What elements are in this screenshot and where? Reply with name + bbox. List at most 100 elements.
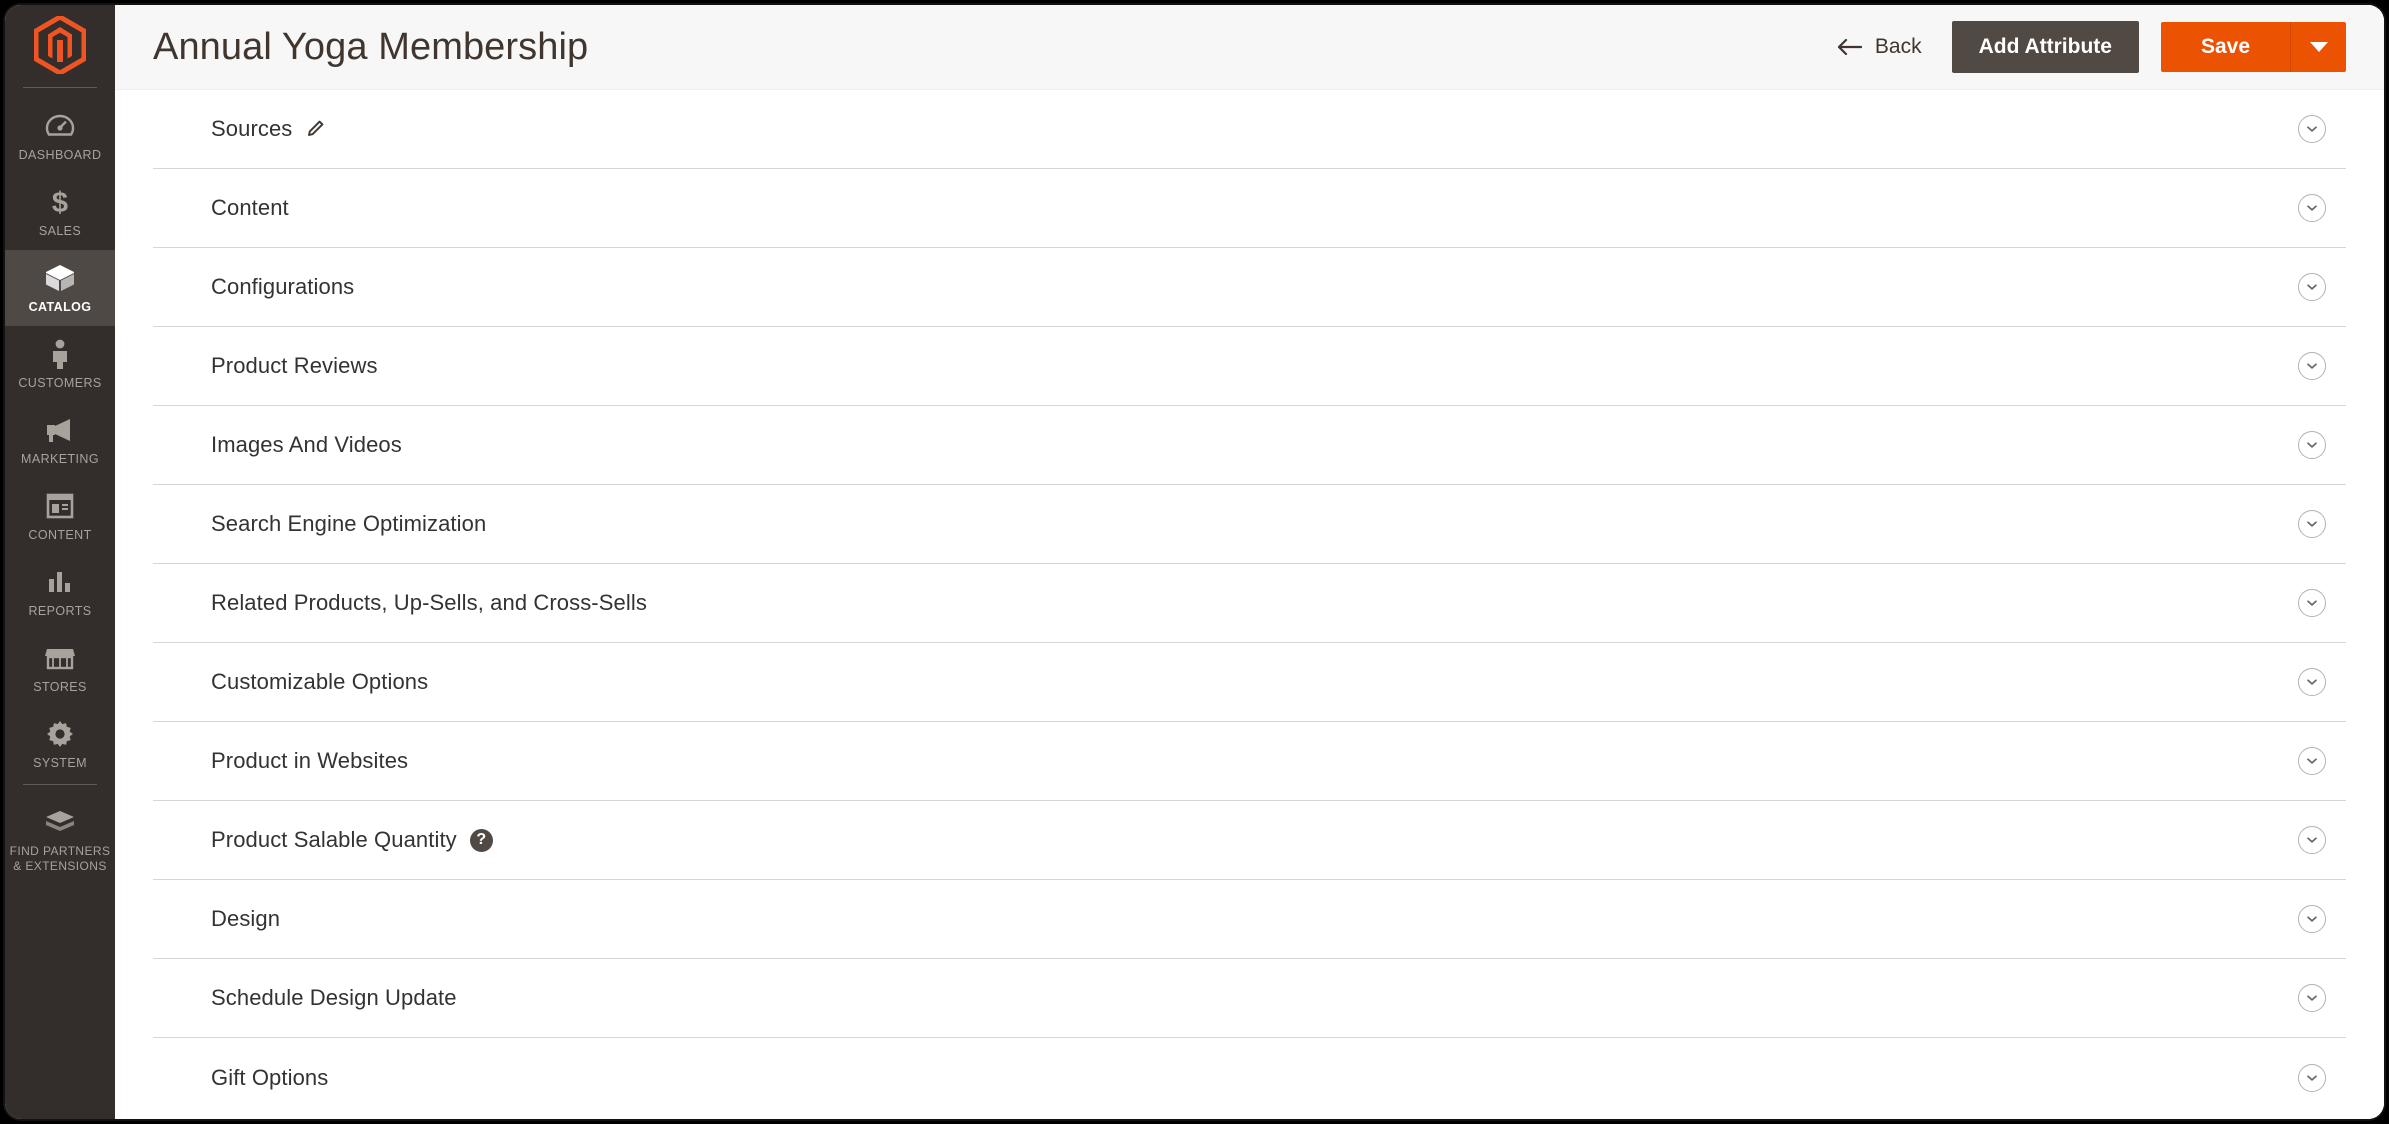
chevron-down-circle-icon[interactable] (2298, 194, 2326, 222)
caret-down-icon (2309, 42, 2328, 52)
section-title: Schedule Design Update (211, 985, 457, 1010)
admin-window: DASHBOARD $ SALES CATALOG CUSTOMERS MARK… (5, 5, 2384, 1119)
sidebar-item-content[interactable]: CONTENT (5, 478, 115, 554)
section-title-wrap: Product Reviews (211, 353, 378, 379)
sidebar-item-label: DASHBOARD (18, 147, 102, 162)
sidebar-item-sales[interactable]: $ SALES (5, 174, 115, 250)
section-row[interactable]: Product in Websites (153, 722, 2346, 801)
section-title: Related Products, Up-Sells, and Cross-Se… (211, 590, 647, 615)
section-row[interactable]: Configurations (153, 248, 2346, 327)
sidebar-item-system[interactable]: SYSTEM (5, 706, 115, 782)
page-header: Annual Yoga Membership Back Add Attribut… (115, 5, 2384, 90)
sidebar-item-label: SALES (38, 223, 82, 238)
help-icon[interactable]: ? (469, 828, 493, 852)
section-title-wrap: Images And Videos (211, 432, 402, 458)
save-button[interactable]: Save (2160, 22, 2290, 72)
main-content: Annual Yoga Membership Back Add Attribut… (115, 5, 2384, 1119)
save-button-group: Save (2160, 22, 2346, 72)
section-title: Customizable Options (211, 669, 429, 694)
sidebar-item-label: CATALOG (28, 299, 92, 314)
section-title-wrap: Product in Websites (211, 748, 408, 774)
product-sections-list: Sources Content Configurations Product Revi… (115, 90, 2384, 1119)
section-row[interactable]: Product Reviews (153, 327, 2346, 406)
section-title-wrap: Customizable Options (211, 669, 428, 695)
sidebar: DASHBOARD $ SALES CATALOG CUSTOMERS MARK… (5, 5, 115, 1119)
sidebar-item-catalog[interactable]: CATALOG (5, 250, 115, 326)
sidebar-item-customers[interactable]: CUSTOMERS (5, 326, 115, 402)
chevron-down-circle-icon[interactable] (2298, 747, 2326, 775)
sidebar-item-label: CUSTOMERS (18, 375, 102, 390)
section-title-wrap: Product Salable Quantity? (211, 827, 493, 853)
sidebar-item-marketing[interactable]: MARKETING (5, 402, 115, 478)
section-title: Configurations (211, 274, 355, 299)
section-title: Product Salable Quantity (211, 827, 457, 852)
section-title-wrap: Schedule Design Update (211, 985, 457, 1011)
back-button[interactable]: Back (1828, 29, 1930, 65)
section-title-wrap: Configurations (211, 274, 354, 300)
sidebar-divider-bottom (23, 784, 97, 785)
sidebar-item-label: FIND PARTNERS & EXTENSIONS (9, 844, 111, 873)
section-title-wrap: Related Products, Up-Sells, and Cross-Se… (211, 590, 647, 616)
save-options-toggle[interactable] (2290, 22, 2346, 72)
section-row[interactable]: Images And Videos (153, 406, 2346, 485)
section-title-wrap: Content (211, 195, 289, 221)
svg-text:$: $ (52, 187, 68, 217)
arrow-left-icon (1836, 38, 1862, 56)
sidebar-item-label: SYSTEM (33, 755, 87, 770)
chevron-down-circle-icon[interactable] (2298, 668, 2326, 696)
chevron-down-circle-icon[interactable] (2298, 905, 2326, 933)
sidebar-item-reports[interactable]: REPORTS (5, 554, 115, 630)
chevron-down-circle-icon[interactable] (2298, 115, 2326, 143)
sidebar-item-find-partners-extensions[interactable]: FIND PARTNERS & EXTENSIONS (5, 795, 115, 884)
chevron-down-circle-icon[interactable] (2298, 273, 2326, 301)
section-row[interactable]: Customizable Options (153, 643, 2346, 722)
section-row[interactable]: Content (153, 169, 2346, 248)
extension-box-icon (43, 807, 77, 837)
section-title-wrap: Gift Options (211, 1065, 328, 1091)
storefront-icon (43, 643, 77, 673)
sidebar-item-label: STORES (33, 679, 87, 694)
back-button-label: Back (1874, 35, 1922, 58)
chevron-down-circle-icon[interactable] (2298, 589, 2326, 617)
layout-page-icon (43, 491, 77, 521)
section-title: Sources (211, 116, 293, 141)
sidebar-divider-top (23, 87, 97, 88)
magento-logo[interactable] (5, 5, 115, 85)
section-title-wrap: Sources (211, 116, 325, 142)
bar-chart-icon (43, 567, 77, 597)
section-title-wrap: Design (211, 906, 280, 932)
gear-icon (43, 719, 77, 749)
chevron-down-circle-icon[interactable] (2298, 1063, 2326, 1092)
chevron-down-circle-icon[interactable] (2298, 352, 2326, 380)
section-row[interactable]: Product Salable Quantity? (153, 801, 2346, 880)
sidebar-item-dashboard[interactable]: DASHBOARD (5, 98, 115, 174)
sidebar-item-label: MARKETING (21, 451, 99, 466)
section-title: Content (211, 195, 289, 220)
person-icon (43, 339, 77, 369)
megaphone-icon (43, 415, 77, 445)
sidebar-item-stores[interactable]: STORES (5, 630, 115, 706)
section-row[interactable]: Design (153, 880, 2346, 959)
section-row[interactable]: Gift Options (153, 1038, 2346, 1117)
dollar-sign-icon: $ (43, 187, 77, 217)
section-title-wrap: Search Engine Optimization (211, 511, 486, 537)
section-title: Design (211, 906, 281, 931)
add-attribute-button[interactable]: Add Attribute (1951, 21, 2139, 73)
section-row[interactable]: Related Products, Up-Sells, and Cross-Se… (153, 564, 2346, 643)
section-row[interactable]: Schedule Design Update (153, 959, 2346, 1038)
box-icon (43, 263, 77, 293)
chevron-down-circle-icon[interactable] (2298, 510, 2326, 538)
section-title: Search Engine Optimization (211, 511, 487, 536)
section-title: Product in Websites (211, 748, 409, 773)
section-title: Product Reviews (211, 353, 378, 378)
sidebar-item-label: REPORTS (28, 603, 92, 618)
chevron-down-circle-icon[interactable] (2298, 431, 2326, 459)
chevron-down-circle-icon[interactable] (2298, 984, 2326, 1012)
sidebar-item-label: CONTENT (28, 527, 92, 542)
section-row[interactable]: Sources (153, 90, 2346, 169)
dashboard-gauge-icon (43, 111, 77, 141)
page-title: Annual Yoga Membership (153, 25, 589, 68)
section-row[interactable]: Search Engine Optimization (153, 485, 2346, 564)
pencil-icon[interactable] (305, 119, 325, 139)
chevron-down-circle-icon[interactable] (2298, 826, 2326, 854)
